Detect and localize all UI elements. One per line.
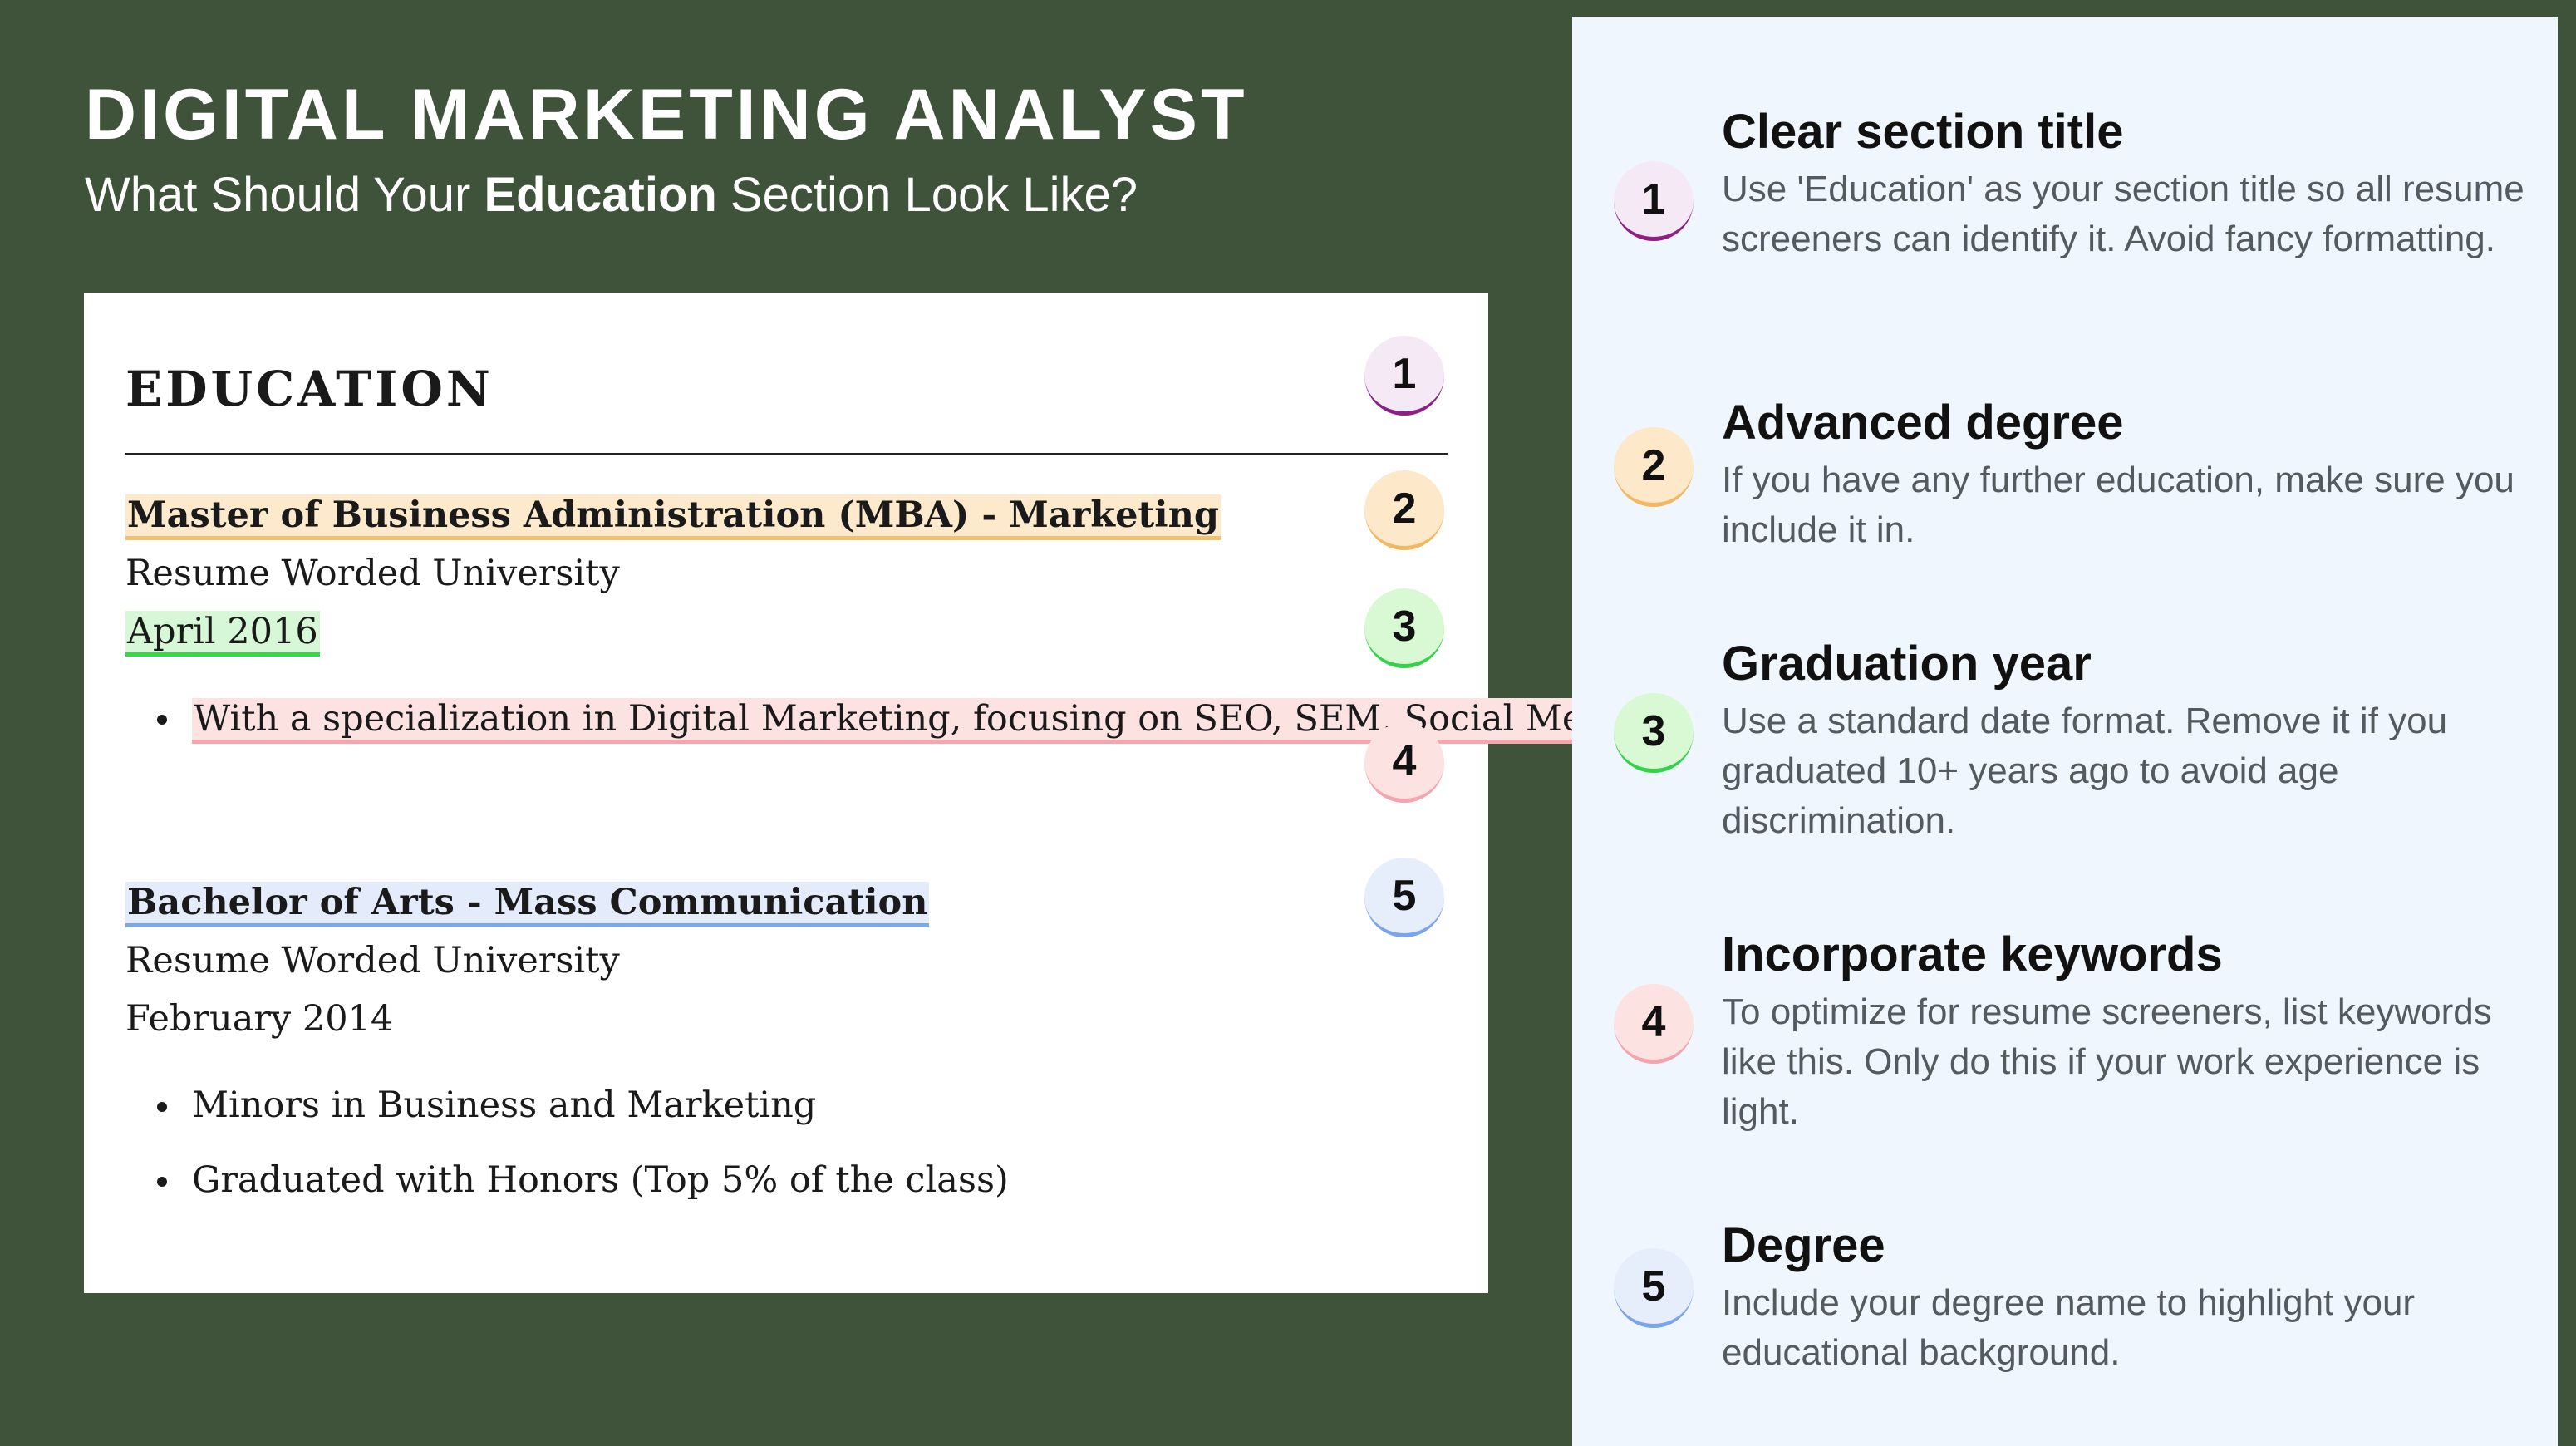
badge-1: 1 — [1364, 336, 1444, 416]
badge-5: 5 — [1364, 858, 1444, 937]
page-title: DIGITAL MARKETING ANALYST — [85, 75, 1248, 155]
tips-panel: Clear section title 1 Use 'Education' as… — [1572, 17, 2558, 1446]
subtitle-start: What Should Your — [85, 168, 484, 222]
tip-1-description: Use 'Education' as your section title so… — [1722, 169, 2524, 259]
tip-2-title: Advanced degree — [1722, 396, 2124, 450]
tip-4-description: To optimize for resume screeners, list k… — [1722, 991, 2492, 1132]
entry-2-degree: Bachelor of Arts - Mass Communication — [125, 878, 930, 927]
tip-badge-3: 3 — [1614, 693, 1694, 773]
date-highlight: April 2016 — [125, 611, 320, 657]
bullet-dot — [157, 1177, 167, 1187]
bullet-dot — [157, 715, 167, 725]
entry-2-bullet-2: Graduated with Honors (Top 5% of the cla… — [192, 1159, 1009, 1201]
entry-2-date: February 2014 — [125, 998, 394, 1040]
degree-highlight: Bachelor of Arts - Mass Communication — [125, 882, 930, 927]
tip-3-title: Graduation year — [1722, 637, 2092, 691]
resume-education-card: EDUCATION 1 Master of Business Administr… — [84, 293, 1841, 1293]
entry-1-degree: Master of Business Administration (MBA) … — [125, 490, 1221, 540]
tip-badge-1: 1 — [1614, 161, 1694, 241]
entry-1-school: Resume Worded University — [125, 553, 620, 594]
subtitle-emphasis: Education — [484, 168, 717, 222]
page-subtitle: What Should Your Education Section Look … — [85, 166, 1138, 224]
entry-1-bullet-1: With a specialization in Digital Marketi… — [192, 693, 1841, 745]
entry-1-date: April 2016 — [125, 607, 320, 657]
tip-badge-4: 4 — [1614, 984, 1694, 1064]
tip-4-title: Incorporate keywords — [1722, 927, 2223, 981]
heading-divider — [125, 453, 1448, 455]
badge-2: 2 — [1364, 470, 1444, 550]
badge-4: 4 — [1364, 723, 1444, 803]
tip-1-title: Clear section title — [1722, 105, 2124, 159]
tip-5-description: Include your degree name to highlight yo… — [1722, 1282, 2416, 1373]
tip-badge-2: 2 — [1614, 427, 1694, 507]
education-heading: EDUCATION — [125, 361, 494, 417]
tip-2-description: If you have any further education, make … — [1722, 460, 2515, 550]
tip-5-title: Degree — [1722, 1218, 1885, 1272]
degree-highlight: Master of Business Administration (MBA) … — [125, 494, 1221, 540]
badge-3: 3 — [1364, 588, 1444, 668]
entry-2-school: Resume Worded University — [125, 940, 620, 981]
entry-2-bullet-1: Minors in Business and Marketing — [192, 1084, 817, 1126]
tip-badge-5: 5 — [1614, 1248, 1694, 1328]
tip-3-description: Use a standard date format. Remove it if… — [1722, 701, 2448, 841]
subtitle-end: Section Look Like? — [716, 168, 1138, 222]
bullet-dot — [157, 1102, 167, 1112]
